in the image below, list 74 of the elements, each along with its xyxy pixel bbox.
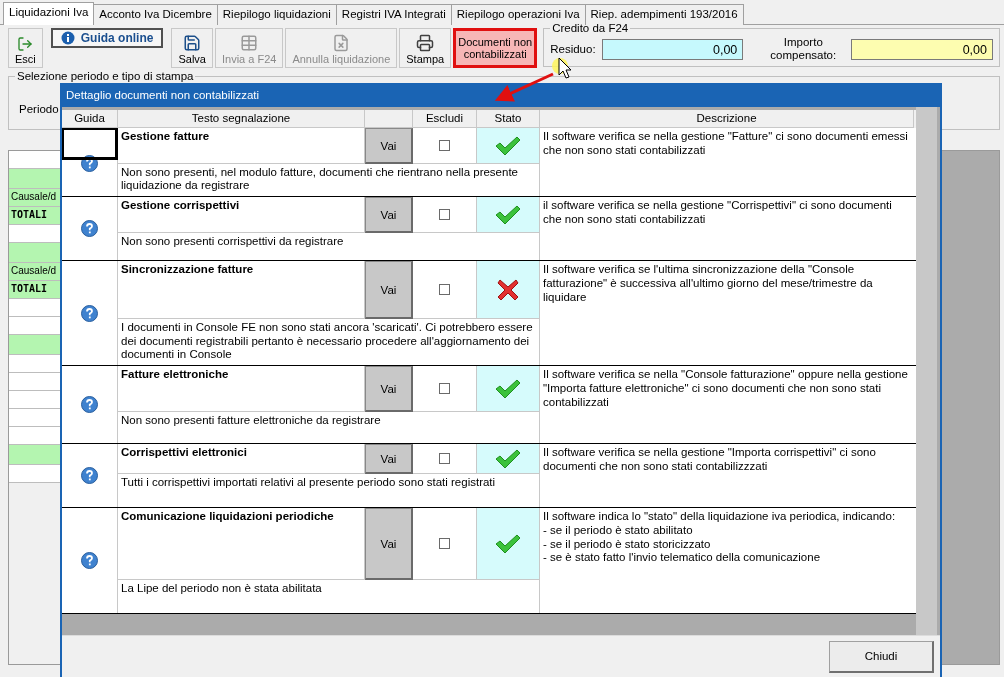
exclude-checkbox[interactable] bbox=[439, 383, 450, 395]
item-description: il software verifica se nella gestione "Corrispettivi" ci sono documenti che non sono stati contabilizzati bbox=[542, 198, 893, 228]
table-row bbox=[9, 335, 61, 355]
go-button[interactable]: Vai bbox=[365, 261, 413, 320]
toolbar-button[interactable]: Esci bbox=[8, 28, 43, 68]
table-cell: Causale/d bbox=[9, 263, 61, 281]
panel-title: Selezione periodo e tipo di stampa bbox=[16, 70, 195, 82]
go-button[interactable]: Vai bbox=[365, 444, 413, 475]
go-button[interactable]: Vai bbox=[365, 197, 413, 234]
table-cell: Causale/d bbox=[9, 189, 61, 207]
tab[interactable]: Liquidazioni Iva bbox=[3, 2, 95, 25]
field-label: Residuo: bbox=[550, 43, 596, 56]
table-row bbox=[9, 243, 61, 263]
table-row bbox=[9, 373, 61, 391]
document-cross-icon bbox=[332, 34, 351, 52]
table-row bbox=[9, 427, 61, 445]
grid-icon bbox=[240, 34, 259, 52]
table-row bbox=[9, 317, 61, 335]
amount-field[interactable]: 0,00 bbox=[601, 38, 744, 60]
tab[interactable]: Riepilogo operazioni Iva bbox=[450, 4, 586, 25]
exclude-checkbox[interactable] bbox=[439, 140, 450, 151]
table-row bbox=[9, 445, 61, 465]
table-row bbox=[9, 299, 61, 317]
item-description: Il software verifica se nella "Console fatturazione" oppure nella gestione "Importa fatture elettroniche" ci sono documenti che non sono stati contabilizzati bbox=[542, 367, 909, 410]
table-row bbox=[9, 151, 61, 169]
table-row bbox=[9, 409, 61, 427]
item-message: La Lipe del periodo non è stata abilitata bbox=[118, 580, 540, 614]
table-row bbox=[9, 391, 61, 409]
field-label: Periodo bbox=[19, 102, 59, 115]
go-button[interactable]: Vai bbox=[365, 128, 413, 164]
scrollbar[interactable] bbox=[916, 107, 937, 635]
table-cell: TOTALI bbox=[9, 281, 61, 299]
item-message: Non sono presenti, nel modulo fatture, documenti che rientrano nella presente liquidazione da registrare bbox=[118, 164, 540, 197]
online-guide-button[interactable]: Guida online bbox=[50, 28, 164, 48]
table-cell: TOTALI bbox=[9, 207, 61, 225]
floppy-icon bbox=[183, 34, 202, 52]
field-label: Importo compensato: bbox=[769, 36, 838, 63]
printer-icon bbox=[416, 34, 435, 52]
item-description: Il software verifica se nella gestione "Fatture" ci sono documenti emessi che non sono stati contabilizzati bbox=[542, 129, 909, 158]
annotation-arrow bbox=[494, 72, 554, 102]
help-icon[interactable] bbox=[81, 155, 98, 173]
tab[interactable]: Riep. adempimenti 193/2016 bbox=[584, 4, 744, 25]
exclude-checkbox[interactable] bbox=[439, 209, 450, 221]
toolbar-button[interactable]: Documenti non contabilizzati bbox=[453, 28, 538, 68]
item-description: Il software verifica se l'ultima sincronizzazione della "Console fatturazione" è successiva all'ultimo giorno del mese/trimestre da liquidare bbox=[542, 262, 874, 306]
exclude-checkbox[interactable] bbox=[439, 284, 450, 296]
item-title: Corrispettivi elettronici bbox=[118, 444, 365, 475]
item-message: I documenti in Console FE non sono stati ancora 'scaricati'. Ci potrebbero essere dei documenti registrabili pertanto è necessario procedere all'aggiornamento dei documenti in Console bbox=[118, 319, 540, 366]
tab[interactable]: Acconto Iva Dicembre bbox=[93, 4, 218, 25]
close-button[interactable]: Chiudi bbox=[829, 640, 934, 673]
toolbar-button[interactable]: Salva bbox=[171, 28, 213, 68]
info-icon bbox=[60, 31, 75, 45]
table-row bbox=[9, 355, 61, 373]
cursor-icon bbox=[552, 57, 572, 79]
panel-title: Credito da F24 bbox=[551, 22, 630, 34]
table-row bbox=[9, 169, 61, 189]
exclude-checkbox[interactable] bbox=[439, 453, 450, 465]
item-message: Non sono presenti corrispettivi da registrare bbox=[118, 233, 540, 261]
toolbar-button[interactable]: Stampa bbox=[399, 28, 452, 68]
table-row bbox=[9, 465, 61, 483]
tab[interactable]: Riepilogo liquidazioni bbox=[216, 4, 337, 25]
item-message: Non sono presenti fatture elettroniche da registrare bbox=[118, 412, 540, 444]
dialog-title: Dettaglio documenti non contabilizzati bbox=[62, 85, 940, 107]
go-button[interactable]: Vai bbox=[365, 366, 413, 413]
amount-field[interactable]: 0,00 bbox=[851, 38, 993, 60]
go-button[interactable]: Vai bbox=[365, 508, 413, 581]
table-row bbox=[9, 225, 61, 243]
column-header: Guida bbox=[62, 110, 118, 128]
item-description: Il software verifica se nella gestione "Importa corrispettivi" ci sono documenti che non sono stati contabilizzzati bbox=[542, 445, 877, 474]
item-message: Tutti i corrispettivi importati relativi al presente periodo sono stati registrati bbox=[118, 474, 540, 508]
tab[interactable]: Registri IVA Integrati bbox=[335, 4, 452, 25]
exclude-checkbox[interactable] bbox=[439, 538, 450, 550]
exit-icon bbox=[17, 36, 34, 52]
item-description: Il software indica lo "stato" della liquidazione iva periodica, indicando: - se il periodo è stato abilitato - se il periodo è stato storicizzato - se è stato fatto l'invio telematico della comunicazione bbox=[542, 509, 897, 566]
